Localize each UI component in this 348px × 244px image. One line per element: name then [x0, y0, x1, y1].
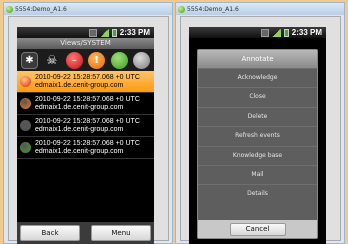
- clock: 2:33 PM: [119, 28, 150, 37]
- menu-item-delete[interactable]: Delete: [198, 106, 317, 126]
- bottom-bar: Back Menu: [17, 222, 154, 244]
- menu-item-details[interactable]: Details: [198, 184, 317, 203]
- network-icon: [88, 28, 97, 37]
- event-row[interactable]: 2010-09-22 15:28:57.068 +0 UTC edmaix1.de…: [17, 137, 154, 159]
- severity-icon: [20, 142, 31, 153]
- all-filter-icon[interactable]: ✱: [21, 51, 38, 69]
- severity-icon: [20, 76, 31, 87]
- event-host: edmaix1.de.cenit-group.com: [35, 147, 124, 155]
- back-button[interactable]: Back: [20, 225, 80, 241]
- event-row[interactable]: 2010-09-22 15:28:57.068 +0 UTC edmaix1.de…: [17, 115, 154, 137]
- window-titlebar: 5554:Demo_A1.6: [4, 3, 172, 15]
- ok-filter-icon[interactable]: [110, 51, 128, 69]
- android-icon: [6, 5, 13, 13]
- context-menu: Annotate Acknowledge Close Delete Refres…: [197, 49, 318, 239]
- event-timestamp: 2010-09-22 15:28:57.068 +0 UTC: [35, 73, 140, 81]
- event-list: 2010-09-22 15:28:57.068 +0 UTC edmaix1.de…: [17, 71, 154, 159]
- event-row[interactable]: 2010-09-22 15:28:57.068 +0 UTC edmaix1.de…: [17, 93, 154, 115]
- event-timestamp: 2010-09-22 15:28:57.068 +0 UTC: [35, 95, 140, 103]
- clock: 2:33 PM: [291, 28, 322, 37]
- battery-icon: [111, 28, 117, 37]
- device-screen-right: 2:33 PM Annotate Acknowledge Close Delet…: [189, 27, 326, 244]
- window-titlebar: 5554:Demo_A1.6: [176, 3, 344, 15]
- event-row[interactable]: 2010-09-22 15:28:57.068 +0 UTC edmaix1.de…: [17, 71, 154, 93]
- menu-footer: Cancel: [198, 220, 317, 238]
- menu-item-knowledge-base[interactable]: Knowledge base: [198, 145, 317, 165]
- severity-icon: [20, 98, 31, 109]
- menu-item-acknowledge[interactable]: Acknowledge: [198, 68, 317, 87]
- unknown-filter-icon[interactable]: [132, 51, 150, 69]
- menu-item-refresh-events[interactable]: Refresh events: [198, 126, 317, 145]
- signal-icon: [99, 28, 109, 37]
- menu-header: Annotate: [198, 50, 317, 68]
- menu-button[interactable]: Menu: [91, 225, 151, 241]
- window-title: 5554:Demo_A1.6: [187, 5, 239, 13]
- menu-item-close[interactable]: Close: [198, 87, 317, 106]
- event-host: edmaix1.de.cenit-group.com: [35, 81, 124, 89]
- event-host: edmaix1.de.cenit-group.com: [35, 125, 124, 133]
- device-screen-left: 2:33 PM Views/SYSTEM ✱ ☠ – ! 2010-09-22 …: [17, 27, 154, 244]
- event-timestamp: 2010-09-22 15:28:57.068 +0 UTC: [35, 117, 140, 125]
- battery-icon: [283, 28, 289, 37]
- android-icon: [178, 5, 185, 13]
- event-timestamp: 2010-09-22 15:28:57.068 +0 UTC: [35, 139, 140, 147]
- menu-item-mail[interactable]: Mail: [198, 164, 317, 184]
- skull-filter-icon[interactable]: ☠: [43, 52, 60, 69]
- status-bar: 2:33 PM: [17, 27, 154, 38]
- network-icon: [260, 28, 269, 37]
- event-host: edmaix1.de.cenit-group.com: [35, 103, 124, 111]
- filter-toolbar: ✱ ☠ – !: [17, 49, 154, 71]
- status-bar: 2:33 PM: [189, 27, 326, 38]
- window-title: 5554:Demo_A1.6: [15, 5, 67, 13]
- critical-filter-icon[interactable]: –: [65, 51, 83, 69]
- warning-filter-icon[interactable]: !: [88, 51, 106, 69]
- severity-icon: [20, 120, 31, 131]
- signal-icon: [271, 28, 281, 37]
- app-title: Views/SYSTEM: [17, 38, 154, 49]
- cancel-button[interactable]: Cancel: [229, 222, 286, 236]
